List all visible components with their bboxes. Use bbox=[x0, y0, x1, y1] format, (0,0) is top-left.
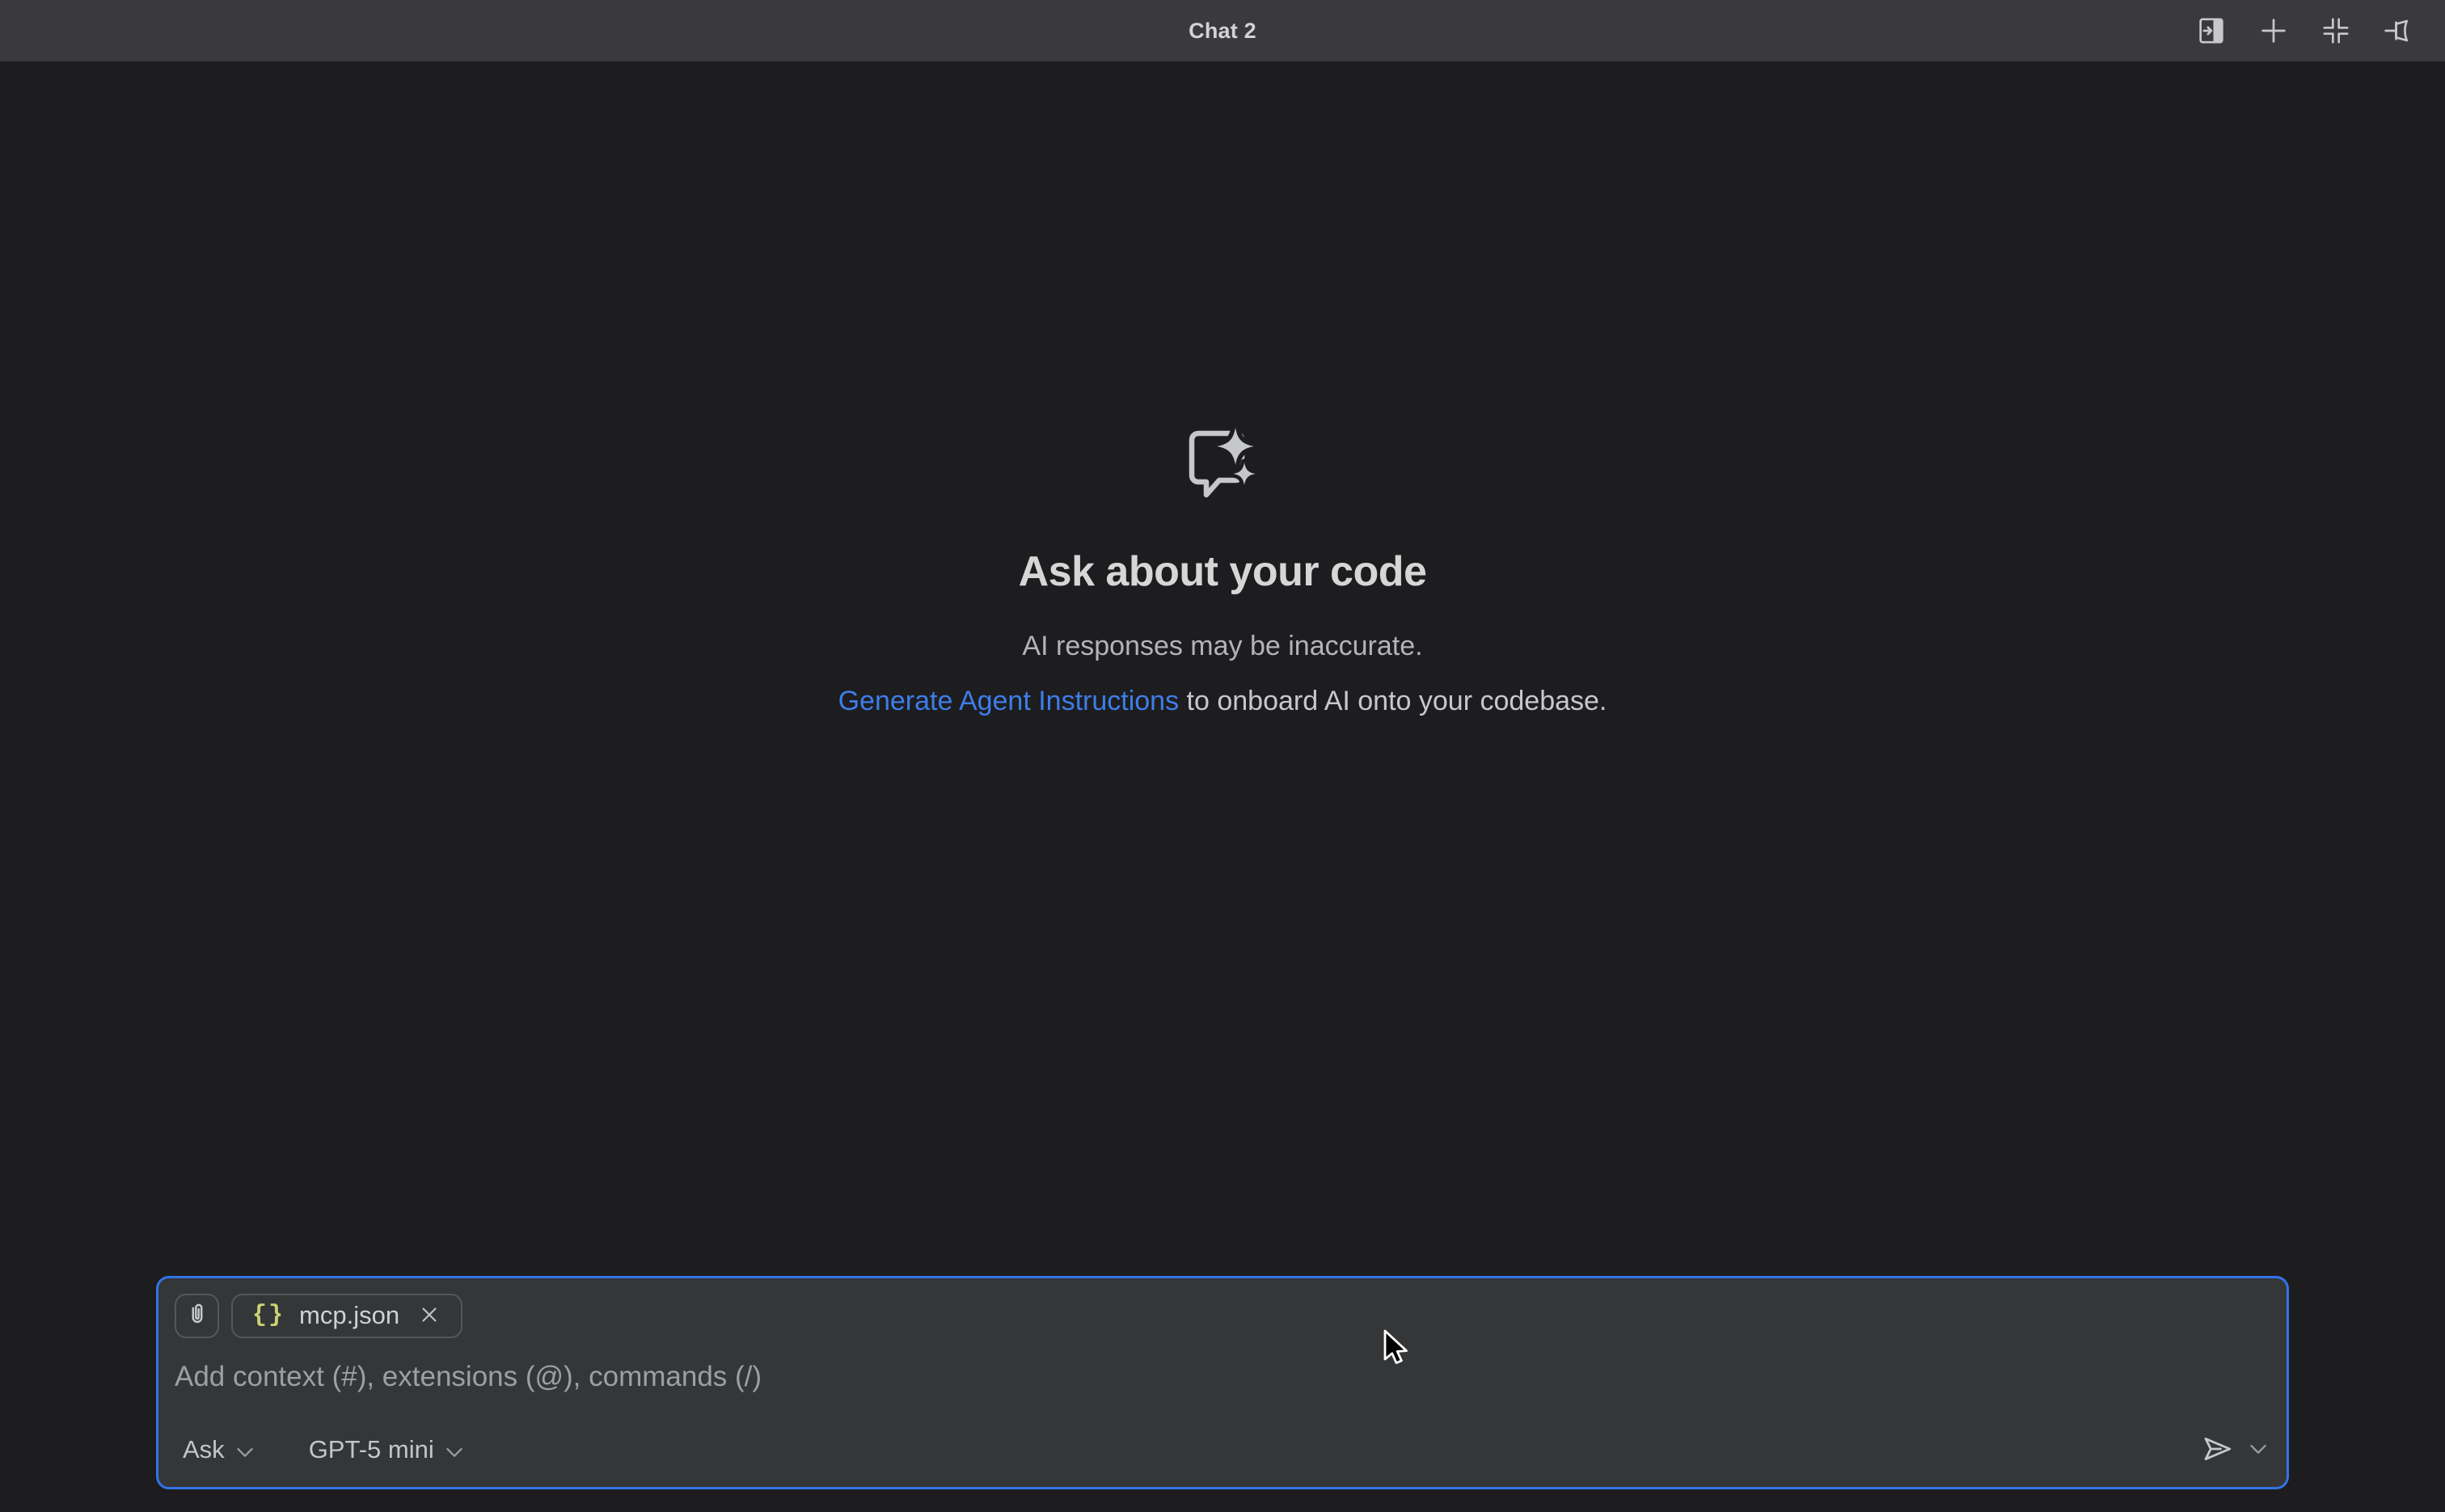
pin-icon bbox=[2382, 15, 2414, 47]
attachment-chip[interactable]: {} mcp.json bbox=[231, 1294, 462, 1338]
send-options-chevron-icon bbox=[2249, 1443, 2267, 1457]
generate-agent-instructions-link[interactable]: Generate Agent Instructions bbox=[838, 686, 1179, 716]
topbar-actions bbox=[2194, 0, 2416, 61]
input-row bbox=[175, 1358, 2267, 1396]
new-chat-plus-icon bbox=[2257, 15, 2290, 47]
chat-tab-title: Chat 2 bbox=[1189, 19, 1256, 44]
attachments-row: {} mcp.json bbox=[175, 1293, 2267, 1338]
chat-input[interactable] bbox=[175, 1361, 1468, 1393]
paperclip-icon bbox=[184, 1301, 211, 1331]
json-braces-icon: {} bbox=[252, 1302, 285, 1329]
model-dropdown[interactable]: GPT-5 mini bbox=[301, 1435, 471, 1464]
topbar: Chat 2 bbox=[0, 0, 2445, 61]
mode-dropdown[interactable]: Ask bbox=[175, 1435, 262, 1464]
onboarding-line: Generate Agent Instructions to onboard A… bbox=[838, 683, 1607, 719]
collapse-button[interactable] bbox=[2318, 13, 2354, 49]
onboarding-suffix-text: to onboard AI onto your codebase. bbox=[1179, 686, 1607, 716]
model-dropdown-label: GPT-5 mini bbox=[309, 1435, 434, 1464]
attachment-filename: mcp.json bbox=[299, 1301, 399, 1330]
empty-state-title: Ask about your code bbox=[1019, 547, 1427, 596]
send-button[interactable] bbox=[2198, 1432, 2267, 1468]
controls-row: Ask GPT-5 mini bbox=[175, 1427, 2267, 1472]
close-icon bbox=[417, 1303, 441, 1329]
dock-right-icon bbox=[2195, 15, 2228, 47]
chat-composer[interactable]: {} mcp.json Ask GPT-5 mini bbox=[156, 1276, 2289, 1489]
empty-state: Ask about your code AI responses may be … bbox=[0, 424, 2445, 719]
remove-attachment-button[interactable] bbox=[417, 1303, 441, 1329]
ai-disclaimer-text: AI responses may be inaccurate. bbox=[1022, 628, 1422, 664]
collapse-icon bbox=[2320, 15, 2352, 47]
chevron-down-icon bbox=[236, 1435, 254, 1464]
chat-sparkle-icon bbox=[1182, 424, 1263, 509]
send-plane-icon bbox=[2198, 1432, 2236, 1468]
pin-button[interactable] bbox=[2380, 13, 2416, 49]
chevron-down-icon bbox=[446, 1435, 463, 1464]
dock-right-button[interactable] bbox=[2194, 13, 2229, 49]
attach-file-button[interactable] bbox=[175, 1294, 219, 1338]
new-chat-button[interactable] bbox=[2256, 13, 2291, 49]
mode-dropdown-label: Ask bbox=[183, 1435, 225, 1464]
